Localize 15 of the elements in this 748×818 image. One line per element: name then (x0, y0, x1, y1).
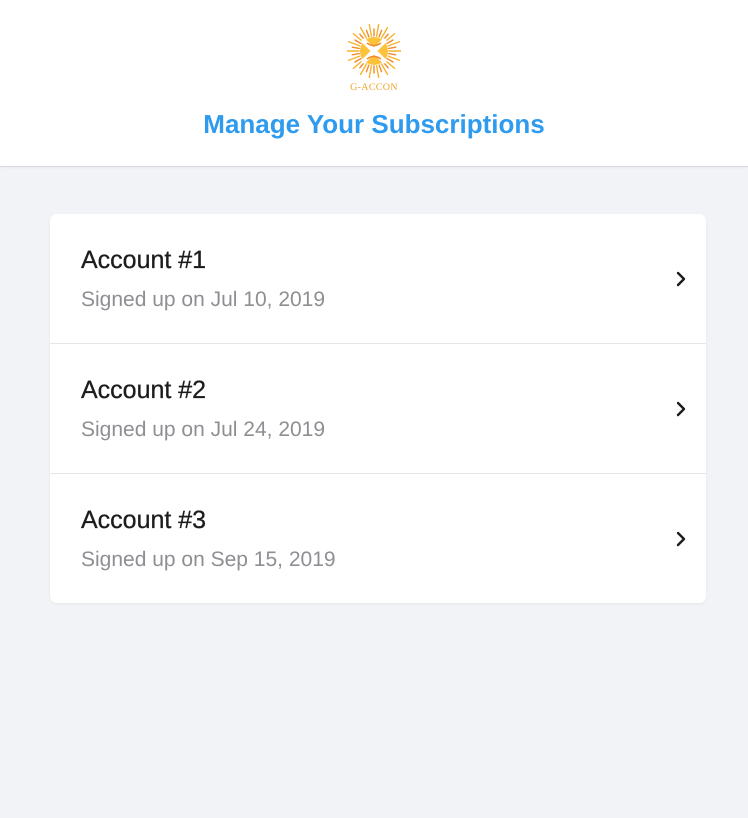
signup-date: Signed up on Jul 24, 2019 (81, 416, 326, 442)
chevron-right-icon (676, 530, 686, 546)
account-row[interactable]: Account #2 Signed up on Jul 24, 2019 (50, 343, 706, 473)
account-row[interactable]: Account #1 Signed up on Jul 10, 2019 (50, 214, 706, 343)
account-name: Account #1 (81, 244, 208, 274)
chevron-right-icon (676, 270, 686, 286)
account-name: Account #3 (81, 504, 208, 534)
page-title: Manage Your Subscriptions (203, 108, 545, 140)
signup-date: Signed up on Sep 15, 2019 (81, 546, 337, 572)
account-row[interactable]: Account #3 Signed up on Sep 15, 2019 (50, 473, 706, 603)
logo-text: G-ACCON (350, 82, 398, 94)
signup-date: Signed up on Jul 10, 2019 (81, 286, 326, 312)
chevron-right-icon (676, 400, 686, 416)
account-name: Account #2 (81, 374, 208, 404)
sun-logo-icon (347, 24, 401, 78)
